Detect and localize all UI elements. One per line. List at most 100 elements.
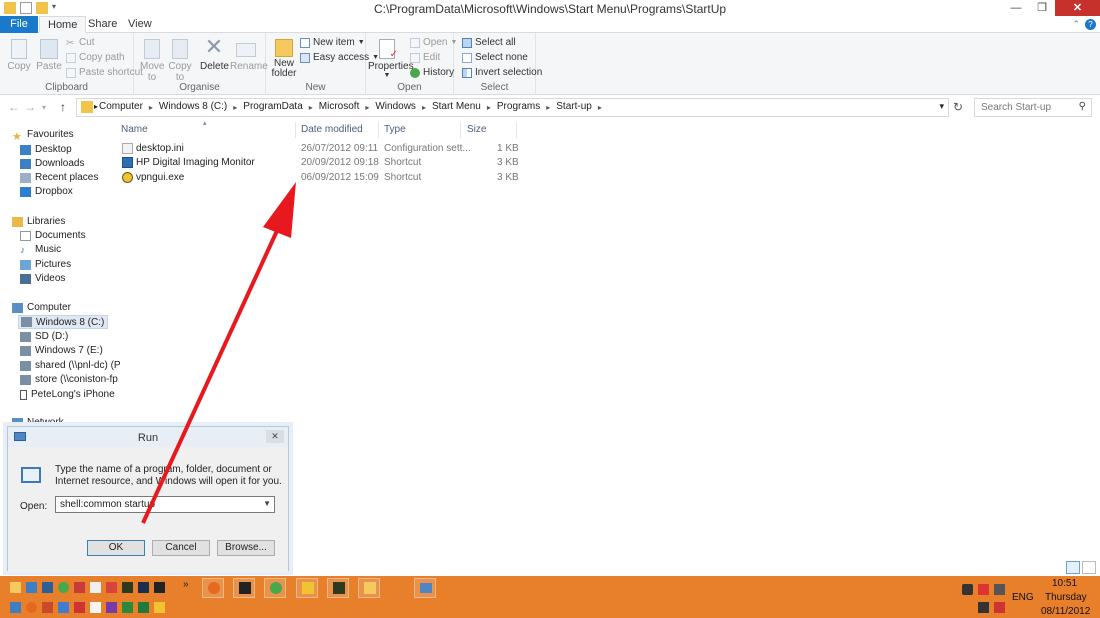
select-all-button[interactable]: Select all	[462, 37, 516, 48]
app-quicklaunch-icon[interactable]	[154, 582, 165, 593]
overflow-chevron-icon[interactable]: »	[183, 579, 189, 590]
open-button[interactable]: Open ▼	[410, 37, 457, 48]
nav-recent-places[interactable]: Recent places	[20, 172, 98, 183]
copy-button[interactable]: Copy	[6, 35, 32, 72]
nav-store[interactable]: store (\\coniston-fp	[20, 374, 118, 385]
back-button[interactable]: ←	[8, 100, 20, 114]
nav-pictures[interactable]: Pictures	[20, 259, 71, 270]
nav-downloads[interactable]: Downloads	[20, 158, 84, 169]
network-quicklaunch-icon[interactable]	[42, 582, 53, 593]
large-icons-view-icon[interactable]	[1082, 561, 1096, 574]
app-quicklaunch-icon[interactable]	[90, 602, 101, 613]
recent-locations-button[interactable]: ▾	[42, 103, 46, 112]
nav-videos[interactable]: Videos	[20, 273, 65, 284]
paste-shortcut-button[interactable]: Paste shortcut	[66, 67, 143, 78]
network-status-icon[interactable]	[994, 602, 1005, 613]
dreamweaver-quicklaunch-icon[interactable]	[122, 582, 133, 593]
up-button[interactable]: ↑	[60, 100, 66, 114]
maximize-button[interactable]: ❐	[1029, 0, 1055, 16]
app-quicklaunch-icon[interactable]	[90, 582, 101, 593]
nav-iphone[interactable]: PeteLong's iPhone	[20, 389, 115, 400]
nav-desktop[interactable]: Desktop	[20, 144, 72, 155]
history-button[interactable]: History	[410, 67, 454, 78]
nav-music[interactable]: ♪ Music	[20, 244, 61, 256]
properties-button[interactable]: ✓ Properties ▼	[368, 35, 414, 79]
nav-shared[interactable]: shared (\\pnl-dc) (P	[20, 360, 121, 371]
nav-documents[interactable]: Documents	[20, 230, 86, 241]
explorer-quicklaunch-icon[interactable]	[10, 602, 21, 613]
tray-icon[interactable]	[962, 584, 973, 595]
clock-time[interactable]: 10:51	[1052, 578, 1077, 589]
nav-drive-c[interactable]: Windows 8 (C:)	[18, 315, 108, 329]
close-button[interactable]: ✕	[1055, 0, 1100, 16]
dreamweaver-taskbar-button[interactable]	[327, 578, 349, 598]
nav-libraries[interactable]: Libraries	[12, 216, 65, 227]
crumb-programs[interactable]: Programs	[497, 101, 540, 114]
column-separator[interactable]	[516, 122, 517, 138]
nav-favourites[interactable]: ★ Favourites	[12, 129, 74, 143]
invert-selection-button[interactable]: Invert selection	[462, 67, 542, 78]
run-command-input[interactable]: shell:common startup ▼	[55, 496, 275, 513]
crumb-programdata[interactable]: ProgramData	[243, 101, 302, 114]
tab-view[interactable]: View	[120, 16, 160, 33]
tray-icon[interactable]	[994, 584, 1005, 595]
paste-button[interactable]: Paste	[36, 35, 62, 72]
address-bar[interactable]: ▸ Computer ▸ Windows 8 (C:) ▸ ProgramData ▸…	[76, 98, 949, 117]
copy-path-button[interactable]: Copy path	[66, 52, 125, 63]
computer-quicklaunch-icon[interactable]	[26, 582, 37, 593]
column-separator[interactable]	[460, 122, 461, 138]
explorer-quicklaunch-icon[interactable]	[10, 582, 21, 593]
chrome-quicklaunch-icon[interactable]	[58, 582, 69, 593]
column-type[interactable]: Type	[384, 124, 406, 138]
crumb-computer[interactable]: Computer	[99, 101, 143, 114]
flag-icon[interactable]	[978, 602, 989, 613]
crumb-windows8-c[interactable]: Windows 8 (C:)	[159, 101, 227, 114]
firefox-quicklaunch-icon[interactable]	[26, 602, 37, 613]
app-quicklaunch-icon[interactable]	[154, 602, 165, 613]
column-size[interactable]: Size	[467, 124, 486, 138]
details-view-icon[interactable]	[1066, 561, 1080, 574]
run-taskbar-button[interactable]	[414, 578, 436, 598]
column-separator[interactable]	[378, 122, 379, 138]
app-quicklaunch-icon[interactable]	[106, 602, 117, 613]
edit-button[interactable]: Edit	[410, 52, 440, 63]
chevron-down-icon[interactable]: ▼	[263, 499, 271, 508]
refresh-icon[interactable]: ↻	[953, 100, 963, 114]
run-close-button[interactable]: ✕	[266, 430, 284, 443]
excel-quicklaunch-icon[interactable]	[138, 602, 149, 613]
app-quicklaunch-icon[interactable]	[106, 582, 117, 593]
clock-day[interactable]: Thursday	[1045, 592, 1087, 603]
column-date-modified[interactable]: Date modified	[301, 124, 363, 138]
cut-button[interactable]: ✂ Cut	[66, 37, 95, 49]
crumb-start-up[interactable]: Start-up	[556, 101, 592, 114]
forward-button[interactable]: →	[24, 100, 36, 114]
copy-to-button[interactable]: Copy to	[168, 35, 192, 83]
new-item-button[interactable]: New item ▼	[300, 37, 365, 48]
app-quicklaunch-icon[interactable]	[74, 602, 85, 613]
run-title-bar[interactable]: Run ✕	[8, 427, 288, 447]
minimize-button[interactable]: —	[1003, 0, 1029, 16]
chrome-taskbar-button[interactable]	[264, 578, 286, 598]
new-folder-button[interactable]: New folder	[270, 35, 298, 79]
browse-button[interactable]: Browse...	[217, 540, 275, 556]
firefox-taskbar-button[interactable]	[202, 578, 224, 598]
collapse-ribbon-icon[interactable]: ⌃	[1072, 19, 1080, 30]
explorer-taskbar-button[interactable]	[358, 578, 380, 598]
select-none-button[interactable]: Select none	[462, 52, 528, 63]
file-row[interactable]: desktop.ini 26/07/2012 09:11 Configurati…	[120, 143, 520, 157]
ok-button[interactable]: OK	[87, 540, 145, 556]
address-dropdown-icon[interactable]: ▾	[939, 101, 944, 112]
crumb-windows[interactable]: Windows	[375, 101, 416, 114]
tray-icon[interactable]	[978, 584, 989, 595]
language-indicator[interactable]: ENG	[1012, 592, 1034, 603]
app-quicklaunch-icon[interactable]	[42, 602, 53, 613]
column-name[interactable]: Name	[121, 124, 148, 138]
column-separator[interactable]	[295, 122, 296, 138]
crumb-microsoft[interactable]: Microsoft	[319, 101, 360, 114]
tab-file[interactable]: File	[0, 16, 38, 33]
file-row[interactable]: HP Digital Imaging Monitor 20/09/2012 09…	[120, 157, 520, 171]
tab-share[interactable]: Share	[80, 16, 125, 33]
clock-date[interactable]: 08/11/2012	[1041, 606, 1090, 617]
photoshop-quicklaunch-icon[interactable]	[138, 582, 149, 593]
nav-dropbox[interactable]: Dropbox	[20, 186, 73, 197]
